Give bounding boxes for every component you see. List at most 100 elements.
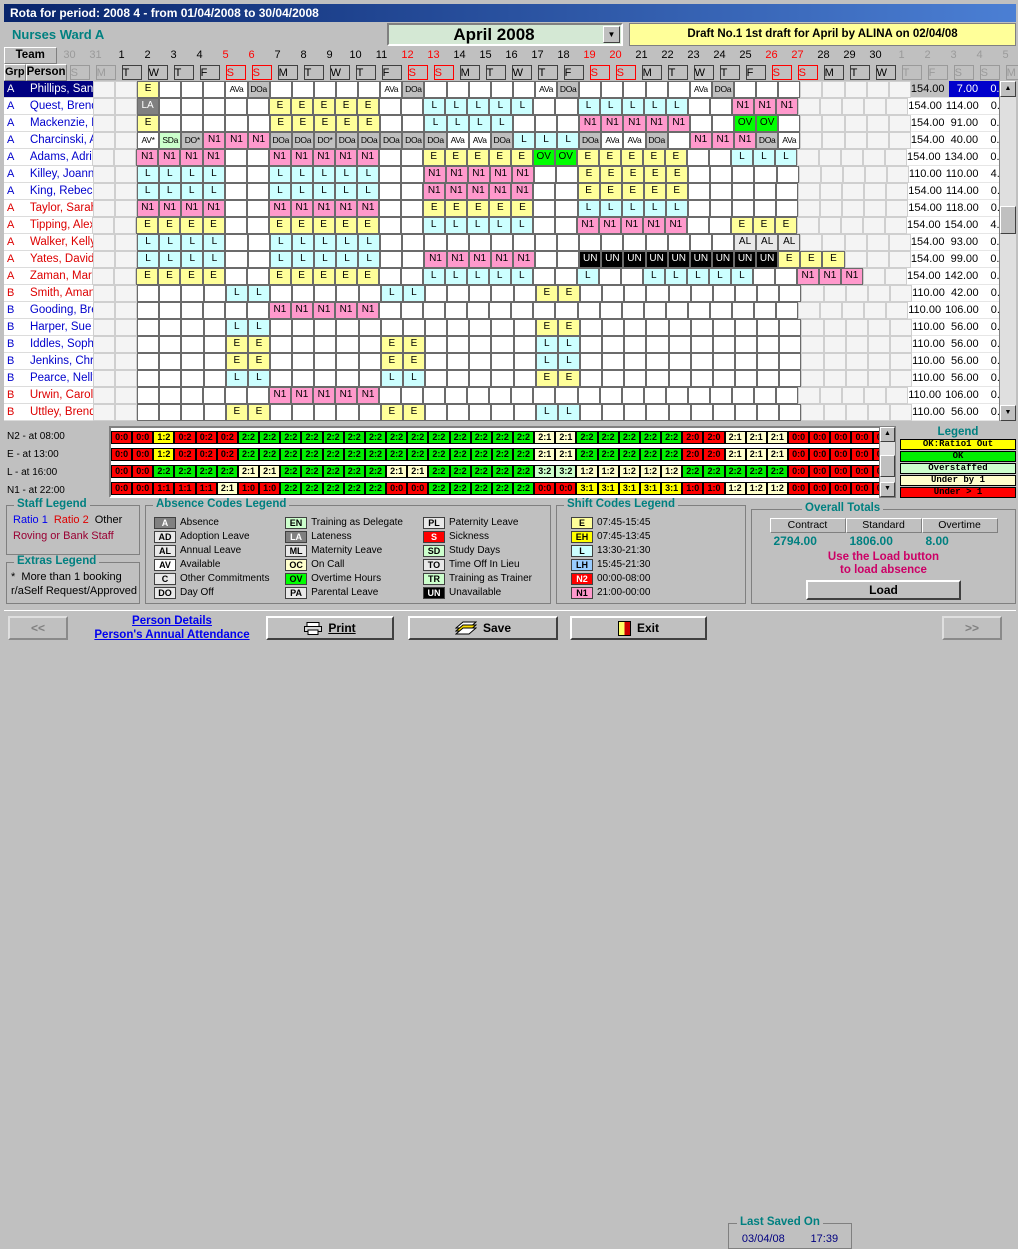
shift-cell[interactable]: [690, 115, 712, 132]
shift-cell[interactable]: [868, 404, 890, 421]
table-row[interactable]: BSmith, AmandaLLLLEE110.0042.000.00: [4, 285, 1016, 302]
shift-cell[interactable]: E: [753, 217, 775, 234]
shift-cell[interactable]: E: [644, 166, 666, 183]
shift-cell[interactable]: [513, 234, 535, 251]
shift-cell[interactable]: [115, 166, 137, 183]
shift-cell[interactable]: [93, 302, 115, 319]
shift-cell[interactable]: [204, 336, 226, 353]
shift-cell[interactable]: L: [643, 268, 665, 285]
shift-cell[interactable]: N1: [621, 217, 643, 234]
shift-cell[interactable]: [666, 387, 688, 404]
shift-cell[interactable]: [889, 234, 911, 251]
shift-cell[interactable]: [602, 336, 624, 353]
shift-cell[interactable]: N1: [357, 200, 379, 217]
coverage-cell[interactable]: 2:2: [513, 431, 534, 444]
shift-cell[interactable]: [841, 217, 863, 234]
grid-vertical-scrollbar[interactable]: ▲ ▼: [999, 81, 1016, 421]
coverage-cell[interactable]: 2:1: [767, 431, 788, 444]
shift-cell[interactable]: N1: [623, 115, 645, 132]
triangle-down-icon[interactable]: ▼: [1000, 405, 1016, 421]
coverage-cell[interactable]: 2:2: [301, 448, 322, 461]
coverage-cell[interactable]: 3:2: [534, 465, 555, 478]
shift-cell[interactable]: [798, 183, 820, 200]
shift-cell[interactable]: [425, 370, 447, 387]
coverage-cell[interactable]: 1:2: [725, 482, 746, 495]
shift-cell[interactable]: [314, 404, 336, 421]
coverage-cell[interactable]: 0:0: [851, 431, 872, 444]
shift-cell[interactable]: [868, 353, 890, 370]
shift-cell[interactable]: N1: [601, 115, 623, 132]
shift-cell[interactable]: [247, 387, 269, 404]
coverage-cell[interactable]: 2:2: [344, 448, 365, 461]
shift-cell[interactable]: [93, 319, 115, 336]
shift-cell[interactable]: [379, 268, 401, 285]
shift-cell[interactable]: N1: [424, 251, 446, 268]
shift-cell[interactable]: AV*: [137, 132, 159, 149]
shift-cell[interactable]: OV: [734, 115, 756, 132]
shift-cell[interactable]: L: [666, 98, 688, 115]
shift-cell[interactable]: [601, 81, 623, 98]
shift-cell[interactable]: [469, 353, 491, 370]
shift-cell[interactable]: [115, 387, 137, 404]
shift-cell[interactable]: [735, 285, 757, 302]
shift-cell[interactable]: [379, 217, 401, 234]
shift-cell[interactable]: N1: [734, 132, 756, 149]
shift-cell[interactable]: [425, 404, 447, 421]
shift-cell[interactable]: L: [248, 370, 270, 387]
shift-cell[interactable]: [359, 285, 381, 302]
shift-cell[interactable]: E: [203, 268, 225, 285]
shift-cell[interactable]: [423, 387, 445, 404]
shift-cell[interactable]: [203, 387, 225, 404]
shift-cell[interactable]: E: [731, 217, 753, 234]
coverage-cell[interactable]: 2:2: [344, 482, 365, 495]
shift-cell[interactable]: E: [137, 115, 159, 132]
shift-cell[interactable]: DOa: [358, 132, 380, 149]
shift-cell[interactable]: [889, 115, 911, 132]
shift-cell[interactable]: L: [181, 251, 203, 268]
shift-cell[interactable]: L: [578, 200, 600, 217]
shift-cell[interactable]: [225, 387, 247, 404]
table-row[interactable]: AYates, DavidLLLLLLLLLN1N1N1N1N1UNUNUNUN…: [4, 251, 1016, 268]
shift-cell[interactable]: [669, 404, 691, 421]
shift-cell[interactable]: [732, 302, 754, 319]
shift-cell[interactable]: [424, 234, 446, 251]
shift-cell[interactable]: DOa: [380, 132, 402, 149]
coverage-cell[interactable]: 2:2: [323, 431, 344, 444]
shift-cell[interactable]: E: [666, 183, 688, 200]
shift-cell[interactable]: [380, 234, 402, 251]
shift-cell[interactable]: L: [159, 183, 181, 200]
shift-cell[interactable]: [115, 336, 137, 353]
shift-cell[interactable]: [623, 234, 645, 251]
shift-cell[interactable]: [533, 98, 555, 115]
shift-cell[interactable]: [822, 132, 844, 149]
shift-cell[interactable]: E: [335, 268, 357, 285]
shift-cell[interactable]: [225, 217, 247, 234]
shift-cell[interactable]: [710, 302, 732, 319]
shift-cell[interactable]: [757, 353, 779, 370]
coverage-cell[interactable]: 2:2: [598, 448, 619, 461]
shift-cell[interactable]: UN: [623, 251, 645, 268]
shift-cell[interactable]: [713, 370, 735, 387]
shift-cell[interactable]: [890, 336, 912, 353]
table-row[interactable]: AKilley, JoanneLLLLLLLLLN1N1N1N1N1EEEEE1…: [4, 166, 1016, 183]
shift-cell[interactable]: [864, 302, 886, 319]
shift-cell[interactable]: [314, 81, 336, 98]
shift-cell[interactable]: [688, 387, 710, 404]
shift-cell[interactable]: [885, 149, 907, 166]
shift-cell[interactable]: [669, 370, 691, 387]
shift-cell[interactable]: L: [358, 251, 380, 268]
shift-cell[interactable]: [824, 370, 846, 387]
shift-cell[interactable]: E: [666, 166, 688, 183]
shift-cell[interactable]: L: [203, 251, 225, 268]
shift-cell[interactable]: [225, 302, 247, 319]
shift-cell[interactable]: L: [137, 183, 159, 200]
table-row[interactable]: BUrwin, CarolN1N1N1N1N1110.00106.000.00: [4, 387, 1016, 404]
triangle-down-icon[interactable]: ▼: [880, 482, 895, 497]
shift-cell[interactable]: [115, 234, 137, 251]
shift-cell[interactable]: L: [137, 251, 159, 268]
shift-cell[interactable]: [820, 302, 842, 319]
shift-cell[interactable]: [602, 353, 624, 370]
shift-cell[interactable]: E: [180, 217, 202, 234]
shift-cell[interactable]: [889, 81, 911, 98]
shift-cell[interactable]: [800, 234, 822, 251]
